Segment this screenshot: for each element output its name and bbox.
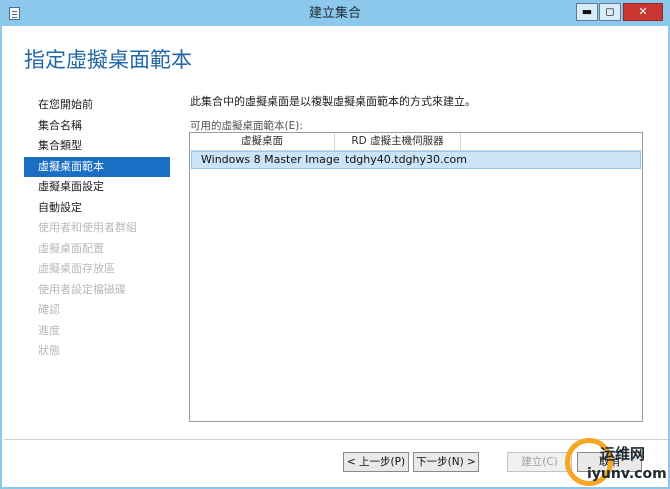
nav-step-confirmation: 確認 <box>38 303 60 316</box>
minimize-button[interactable]: ▬ <box>576 3 598 21</box>
nav-step-results: 狀態 <box>38 344 60 357</box>
create-button[interactable]: 建立(C) <box>507 452 572 472</box>
column-header-host[interactable]: RD 虛擬主機伺服器 <box>335 133 461 150</box>
wizard-window: 建立集合 ▬ ◻ ✕ 指定虛擬桌面範本 在您開始前 集合名稱 集合類型 虛擬桌面… <box>0 0 670 489</box>
watermark-text: 运维网 <box>600 445 646 463</box>
previous-button[interactable]: < 上一步(P) <box>343 452 409 472</box>
nav-step-auto-settings[interactable]: 自動設定 <box>24 198 170 219</box>
watermark-url: iyunv.com <box>587 466 667 482</box>
close-button[interactable]: ✕ <box>623 3 663 21</box>
row-desktop-name: Windows 8 Master Image <box>201 153 340 166</box>
title-bar[interactable]: 建立集合 ▬ ◻ ✕ <box>2 2 668 26</box>
nav-step-desktop-storage: 虛擬桌面存放區 <box>38 262 115 275</box>
nav-step-progress: 進度 <box>38 323 60 337</box>
next-button[interactable]: 下一步(N) > <box>413 452 479 472</box>
nav-step-users-groups: 使用者和使用者群組 <box>38 221 137 234</box>
nav-step-collection-type[interactable]: 集合類型 <box>24 136 170 157</box>
template-list-label: 可用的虛擬桌面範本(E): <box>190 120 303 132</box>
list-header: 虛擬桌面 RD 虛擬主機伺服器 <box>190 133 642 151</box>
page-title: 指定虛擬桌面範本 <box>24 48 192 72</box>
row-host-server: tdghy40.tdghy30.com <box>345 153 467 166</box>
nav-step-profile-disks: 使用者設定檔磁碟 <box>38 282 126 296</box>
nav-step-before-you-begin[interactable]: 在您開始前 <box>24 95 170 116</box>
column-header-desktop[interactable]: 虛擬桌面 <box>190 133 335 150</box>
footer-divider <box>4 439 668 440</box>
window-title: 建立集合 <box>308 6 361 21</box>
nav-step-desktop-settings[interactable]: 虛擬桌面設定 <box>24 177 170 198</box>
template-list[interactable]: 虛擬桌面 RD 虛擬主機伺服器 Windows 8 Master Image t… <box>189 132 643 422</box>
nav-step-desktop-template[interactable]: 虛擬桌面範本 <box>24 156 170 177</box>
nav-step-desktop-allocation: 虛擬桌面配置 <box>38 241 104 255</box>
step-description: 此集合中的虛擬桌面是以複製虛擬桌面範本的方式來建立。 <box>190 95 476 108</box>
wizard-steps-nav: 在您開始前 集合名稱 集合類型 虛擬桌面範本 虛擬桌面設定 自動設定 使用者和使… <box>24 95 170 362</box>
maximize-button[interactable]: ◻ <box>599 3 621 21</box>
table-row[interactable]: Windows 8 Master Image tdghy40.tdghy30.c… <box>191 151 641 169</box>
nav-step-collection-name[interactable]: 集合名稱 <box>24 116 170 137</box>
